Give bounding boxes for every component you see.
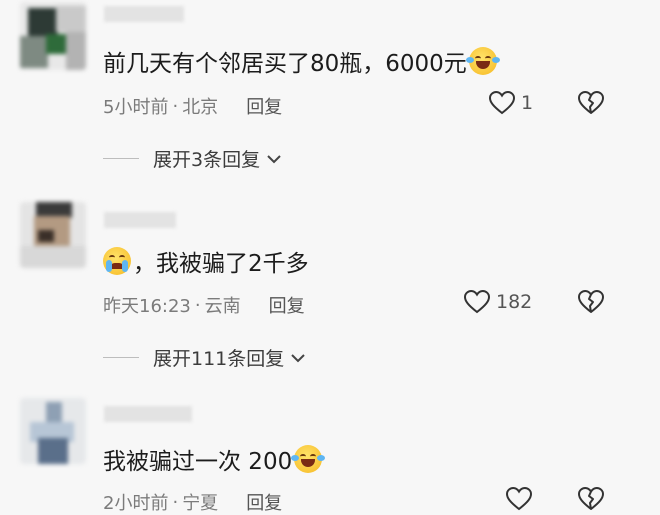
comment-location: 宁夏 [182,493,219,514]
chevron-down-icon [290,347,306,369]
like-count: 1 [521,92,534,114]
heart-icon [464,290,490,314]
comment-text-content: 前几天有个邻居买了80瓶，6000元 [103,51,467,77]
expand-replies-button[interactable]: 展开111条回复 [103,344,306,371]
broken-heart-icon[interactable] [578,290,604,314]
comment-location: 云南 [204,296,241,317]
comment-time: 5小时前 [103,97,169,118]
meta-separator: · [172,491,179,513]
comment-time: 昨天16:23 [103,296,191,317]
comment-text: ，我被骗了2千多 [103,244,309,278]
avatar[interactable] [20,2,86,70]
like-button[interactable]: 1 [489,91,533,115]
comment-time: 2小时前 [103,493,169,514]
comment-meta: 2小时前 · 宁夏 回复 [103,489,282,515]
heart-icon [489,91,515,115]
expand-replies-button[interactable]: 展开3条回复 [103,145,282,172]
reply-button[interactable]: 回复 [269,292,305,318]
broken-heart-icon[interactable] [578,487,604,511]
comment-meta: 5小时前 · 北京 回复 [103,93,282,119]
comment-text-content: ，我被骗了2千多 [133,251,309,277]
like-button[interactable]: 182 [464,290,532,314]
avatar[interactable] [20,202,86,268]
expand-replies-label: 展开3条回复 [153,149,261,171]
username-redacted[interactable] [104,6,184,22]
heart-icon [506,487,532,511]
reply-button[interactable]: 回复 [246,93,282,119]
comment-location: 北京 [182,97,219,118]
divider [103,158,139,159]
avatar[interactable] [20,398,86,464]
meta-separator: · [172,95,179,117]
rofl-emoji-icon [291,445,326,473]
username-redacted[interactable] [104,212,176,228]
comment-meta: 昨天16:23 · 云南 回复 [103,292,305,318]
chevron-down-icon [266,148,282,170]
like-count: 182 [496,291,533,313]
reply-button[interactable]: 回复 [246,489,282,515]
like-button[interactable] [506,487,532,511]
crying-emoji-icon [103,247,131,275]
meta-separator: · [194,294,201,316]
divider [103,357,139,358]
comment-text-content: 我被骗过一次 200 [103,449,293,475]
broken-heart-icon[interactable] [578,91,604,115]
rofl-emoji-icon [465,47,500,75]
username-redacted[interactable] [104,406,192,422]
expand-replies-label: 展开111条回复 [153,348,285,370]
comment-text: 我被骗过一次 200 [103,442,326,476]
comment-text: 前几天有个邻居买了80瓶，6000元 [103,44,500,78]
